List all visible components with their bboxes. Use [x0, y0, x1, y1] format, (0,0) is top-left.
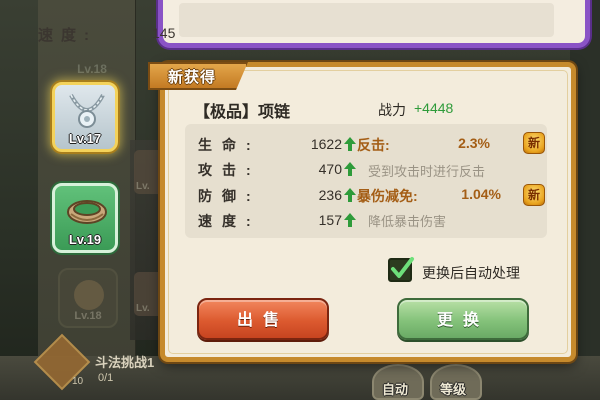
replace-button[interactable]: 更换 [397, 298, 529, 340]
special-crit-reduce-desc: 降低暴击伤害 [368, 214, 447, 229]
ring-icon [67, 200, 107, 224]
up-arrow-icon [344, 137, 356, 151]
sell-button[interactable]: 出售 [197, 298, 329, 340]
power-value: +4448 [414, 100, 454, 116]
slot-level-label: Lv.18 [74, 310, 102, 322]
bottom-bar [0, 356, 600, 400]
challenge-sub: 10 [72, 376, 84, 387]
compare-card [158, 0, 590, 48]
up-arrow-icon [344, 162, 356, 176]
auto-process-label[interactable]: 更换后自动处理 [422, 263, 520, 283]
equip-slot-ring[interactable]: Lv.19 [52, 183, 118, 253]
new-tag-label: 新获得 [168, 69, 217, 86]
stat-speed-value: 157 [318, 212, 342, 228]
challenge-title: 斗法挑战1 [95, 355, 155, 370]
compare-stat-row [179, 3, 554, 37]
stat-hp-label: 生命: [198, 137, 261, 153]
challenge-count: 0/1 [98, 372, 114, 384]
new-badge: 新 [523, 184, 545, 206]
item-name: 【极品】项链 [194, 104, 291, 121]
level-button-label: 等级 [440, 382, 467, 397]
up-arrow-icon [344, 213, 356, 227]
special-crit-reduce-value: 1.04% [461, 186, 501, 202]
stat-attack-label: 攻击: [198, 162, 261, 178]
stat-hp-value: 1622 [310, 136, 342, 152]
chip-level: Lv. [136, 303, 150, 314]
chip-level: Lv. [136, 181, 150, 192]
compare-stat-value: 145 [152, 25, 176, 41]
special-counter-desc: 受到攻击时进行反击 [368, 164, 486, 179]
special-crit-reduce-label: 暴伤减免: [357, 188, 418, 204]
item-icon [74, 280, 104, 310]
stat-speed-label: 速度: [198, 213, 261, 229]
stat-defense-label: 防御: [198, 188, 261, 204]
stat-defense-value: 236 [318, 187, 342, 203]
power-label: 战力 [378, 102, 406, 118]
slot-level-label: Lv.19 [68, 232, 102, 247]
dim-equip-slot: Lv.18 [58, 268, 118, 328]
auto-process-checkbox[interactable] [388, 257, 414, 282]
special-counter-value: 2.3% [458, 135, 490, 151]
slot-level-label: Lv.17 [68, 131, 102, 146]
new-badge: 新 [523, 132, 545, 154]
necklace-icon [69, 94, 105, 128]
rail-level-label: Lv.18 [77, 62, 107, 76]
compare-stat-label: 速度: [38, 27, 97, 44]
up-arrow-icon [344, 188, 356, 202]
equip-slot-necklace[interactable]: Lv.17 [52, 82, 118, 152]
checkmark-icon [391, 257, 414, 278]
auto-button-label: 自动 [382, 382, 409, 397]
special-counter-label: 反击: [357, 137, 390, 153]
stat-attack-value: 470 [318, 161, 342, 177]
